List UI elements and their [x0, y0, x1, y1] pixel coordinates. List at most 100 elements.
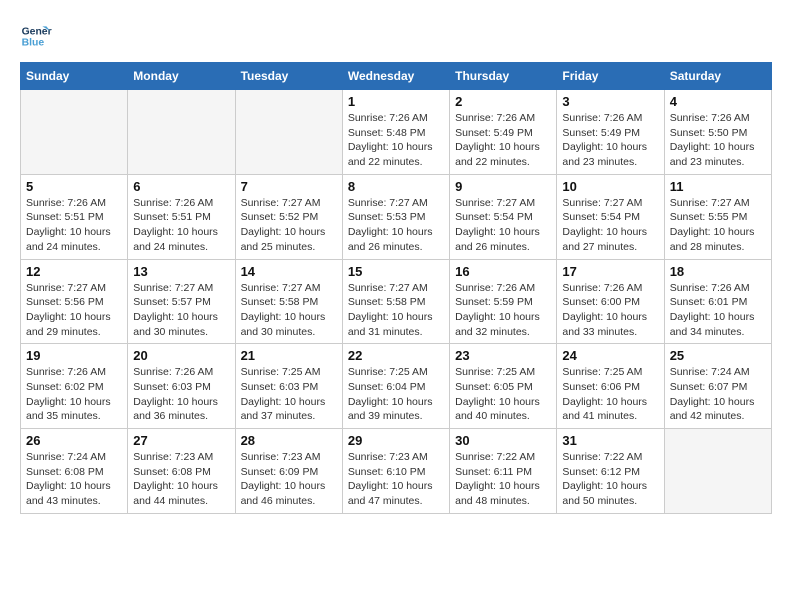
cell-day-number: 29 [348, 433, 444, 448]
cell-day-number: 17 [562, 264, 658, 279]
cell-info: Sunrise: 7:26 AM Sunset: 5:49 PM Dayligh… [562, 111, 658, 170]
calendar-cell: 28 Sunrise: 7:23 AM Sunset: 6:09 PM Dayli… [235, 429, 342, 514]
calendar-cell: 31 Sunrise: 7:22 AM Sunset: 6:12 PM Dayli… [557, 429, 664, 514]
cell-info: Sunrise: 7:27 AM Sunset: 5:57 PM Dayligh… [133, 281, 229, 340]
cell-info: Sunrise: 7:25 AM Sunset: 6:03 PM Dayligh… [241, 365, 337, 424]
cell-day-number: 12 [26, 264, 122, 279]
calendar-cell: 25 Sunrise: 7:24 AM Sunset: 6:07 PM Dayli… [664, 344, 771, 429]
calendar-cell: 24 Sunrise: 7:25 AM Sunset: 6:06 PM Dayli… [557, 344, 664, 429]
cell-info: Sunrise: 7:23 AM Sunset: 6:09 PM Dayligh… [241, 450, 337, 509]
calendar-table: SundayMondayTuesdayWednesdayThursdayFrid… [20, 62, 772, 514]
cell-info: Sunrise: 7:26 AM Sunset: 5:51 PM Dayligh… [133, 196, 229, 255]
calendar-cell: 8 Sunrise: 7:27 AM Sunset: 5:53 PM Daylig… [342, 174, 449, 259]
cell-info: Sunrise: 7:25 AM Sunset: 6:04 PM Dayligh… [348, 365, 444, 424]
week-row-4: 26 Sunrise: 7:24 AM Sunset: 6:08 PM Dayli… [21, 429, 772, 514]
cell-day-number: 26 [26, 433, 122, 448]
cell-day-number: 19 [26, 348, 122, 363]
cell-day-number: 10 [562, 179, 658, 194]
cell-info: Sunrise: 7:23 AM Sunset: 6:08 PM Dayligh… [133, 450, 229, 509]
calendar-cell: 2 Sunrise: 7:26 AM Sunset: 5:49 PM Daylig… [450, 90, 557, 175]
cell-info: Sunrise: 7:27 AM Sunset: 5:58 PM Dayligh… [348, 281, 444, 340]
calendar-cell: 22Sunrise: 7:25 AM Sunset: 6:04 PM Dayli… [342, 344, 449, 429]
calendar-cell: 12 Sunrise: 7:27 AM Sunset: 5:56 PM Dayli… [21, 259, 128, 344]
calendar-cell: 18 Sunrise: 7:26 AM Sunset: 6:01 PM Dayli… [664, 259, 771, 344]
cell-day-number: 13 [133, 264, 229, 279]
header-sunday: Sunday [21, 63, 128, 90]
calendar-cell: 11 Sunrise: 7:27 AM Sunset: 5:55 PM Dayli… [664, 174, 771, 259]
calendar-cell: 7 Sunrise: 7:27 AM Sunset: 5:52 PM Daylig… [235, 174, 342, 259]
cell-info: Sunrise: 7:22 AM Sunset: 6:12 PM Dayligh… [562, 450, 658, 509]
cell-day-number: 6 [133, 179, 229, 194]
week-row-0: 1 Sunrise: 7:26 AM Sunset: 5:48 PM Daylig… [21, 90, 772, 175]
cell-day-number: 31 [562, 433, 658, 448]
calendar-cell: 4Sunrise: 7:26 AM Sunset: 5:50 PM Daylig… [664, 90, 771, 175]
cell-info: Sunrise: 7:26 AM Sunset: 6:00 PM Dayligh… [562, 281, 658, 340]
cell-info: Sunrise: 7:26 AM Sunset: 5:49 PM Dayligh… [455, 111, 551, 170]
calendar-cell: 21 Sunrise: 7:25 AM Sunset: 6:03 PM Dayli… [235, 344, 342, 429]
calendar-cell: 29 Sunrise: 7:23 AM Sunset: 6:10 PM Dayli… [342, 429, 449, 514]
calendar-cell: 14Sunrise: 7:27 AM Sunset: 5:58 PM Dayli… [235, 259, 342, 344]
logo: General Blue [20, 20, 52, 52]
cell-info: Sunrise: 7:27 AM Sunset: 5:54 PM Dayligh… [562, 196, 658, 255]
week-row-1: 5 Sunrise: 7:26 AM Sunset: 5:51 PM Daylig… [21, 174, 772, 259]
header-saturday: Saturday [664, 63, 771, 90]
cell-day-number: 25 [670, 348, 766, 363]
week-row-3: 19Sunrise: 7:26 AM Sunset: 6:02 PM Dayli… [21, 344, 772, 429]
cell-day-number: 24 [562, 348, 658, 363]
calendar-cell [21, 90, 128, 175]
cell-day-number: 9 [455, 179, 551, 194]
calendar-cell [235, 90, 342, 175]
cell-info: Sunrise: 7:26 AM Sunset: 6:01 PM Dayligh… [670, 281, 766, 340]
cell-day-number: 5 [26, 179, 122, 194]
calendar-cell: 27Sunrise: 7:23 AM Sunset: 6:08 PM Dayli… [128, 429, 235, 514]
cell-day-number: 2 [455, 94, 551, 109]
cell-info: Sunrise: 7:26 AM Sunset: 5:48 PM Dayligh… [348, 111, 444, 170]
cell-info: Sunrise: 7:26 AM Sunset: 5:59 PM Dayligh… [455, 281, 551, 340]
calendar-cell: 6 Sunrise: 7:26 AM Sunset: 5:51 PM Daylig… [128, 174, 235, 259]
svg-text:Blue: Blue [22, 38, 45, 49]
cell-info: Sunrise: 7:26 AM Sunset: 6:03 PM Dayligh… [133, 365, 229, 424]
calendar-cell [128, 90, 235, 175]
calendar-cell: 1 Sunrise: 7:26 AM Sunset: 5:48 PM Daylig… [342, 90, 449, 175]
calendar-cell: 23Sunrise: 7:25 AM Sunset: 6:05 PM Dayli… [450, 344, 557, 429]
calendar-cell: 19Sunrise: 7:26 AM Sunset: 6:02 PM Dayli… [21, 344, 128, 429]
cell-info: Sunrise: 7:26 AM Sunset: 5:51 PM Dayligh… [26, 196, 122, 255]
calendar-cell: 15Sunrise: 7:27 AM Sunset: 5:58 PM Dayli… [342, 259, 449, 344]
cell-info: Sunrise: 7:27 AM Sunset: 5:55 PM Dayligh… [670, 196, 766, 255]
header-wednesday: Wednesday [342, 63, 449, 90]
cell-day-number: 21 [241, 348, 337, 363]
cell-day-number: 20 [133, 348, 229, 363]
header-thursday: Thursday [450, 63, 557, 90]
calendar-cell: 30 Sunrise: 7:22 AM Sunset: 6:11 PM Dayli… [450, 429, 557, 514]
cell-info: Sunrise: 7:24 AM Sunset: 6:08 PM Dayligh… [26, 450, 122, 509]
cell-day-number: 11 [670, 179, 766, 194]
cell-info: Sunrise: 7:27 AM Sunset: 5:56 PM Dayligh… [26, 281, 122, 340]
cell-day-number: 4 [670, 94, 766, 109]
cell-info: Sunrise: 7:25 AM Sunset: 6:06 PM Dayligh… [562, 365, 658, 424]
cell-info: Sunrise: 7:27 AM Sunset: 5:54 PM Dayligh… [455, 196, 551, 255]
calendar-cell: 26 Sunrise: 7:24 AM Sunset: 6:08 PM Dayli… [21, 429, 128, 514]
cell-info: Sunrise: 7:27 AM Sunset: 5:52 PM Dayligh… [241, 196, 337, 255]
cell-day-number: 18 [670, 264, 766, 279]
cell-info: Sunrise: 7:27 AM Sunset: 5:53 PM Dayligh… [348, 196, 444, 255]
calendar-cell: 10 Sunrise: 7:27 AM Sunset: 5:54 PM Dayli… [557, 174, 664, 259]
calendar-cell: 9 Sunrise: 7:27 AM Sunset: 5:54 PM Daylig… [450, 174, 557, 259]
cell-info: Sunrise: 7:24 AM Sunset: 6:07 PM Dayligh… [670, 365, 766, 424]
cell-day-number: 7 [241, 179, 337, 194]
cell-day-number: 1 [348, 94, 444, 109]
logo-icon: General Blue [20, 20, 52, 52]
calendar-cell: 3 Sunrise: 7:26 AM Sunset: 5:49 PM Daylig… [557, 90, 664, 175]
calendar-cell: 13 Sunrise: 7:27 AM Sunset: 5:57 PM Dayli… [128, 259, 235, 344]
cell-day-number: 16 [455, 264, 551, 279]
cell-day-number: 30 [455, 433, 551, 448]
calendar-cell: 17 Sunrise: 7:26 AM Sunset: 6:00 PM Dayli… [557, 259, 664, 344]
cell-info: Sunrise: 7:23 AM Sunset: 6:10 PM Dayligh… [348, 450, 444, 509]
cell-info: Sunrise: 7:27 AM Sunset: 5:58 PM Dayligh… [241, 281, 337, 340]
week-row-2: 12 Sunrise: 7:27 AM Sunset: 5:56 PM Dayli… [21, 259, 772, 344]
calendar-cell [664, 429, 771, 514]
cell-day-number: 28 [241, 433, 337, 448]
cell-day-number: 8 [348, 179, 444, 194]
calendar-header-row: SundayMondayTuesdayWednesdayThursdayFrid… [21, 63, 772, 90]
cell-day-number: 3 [562, 94, 658, 109]
cell-info: Sunrise: 7:22 AM Sunset: 6:11 PM Dayligh… [455, 450, 551, 509]
